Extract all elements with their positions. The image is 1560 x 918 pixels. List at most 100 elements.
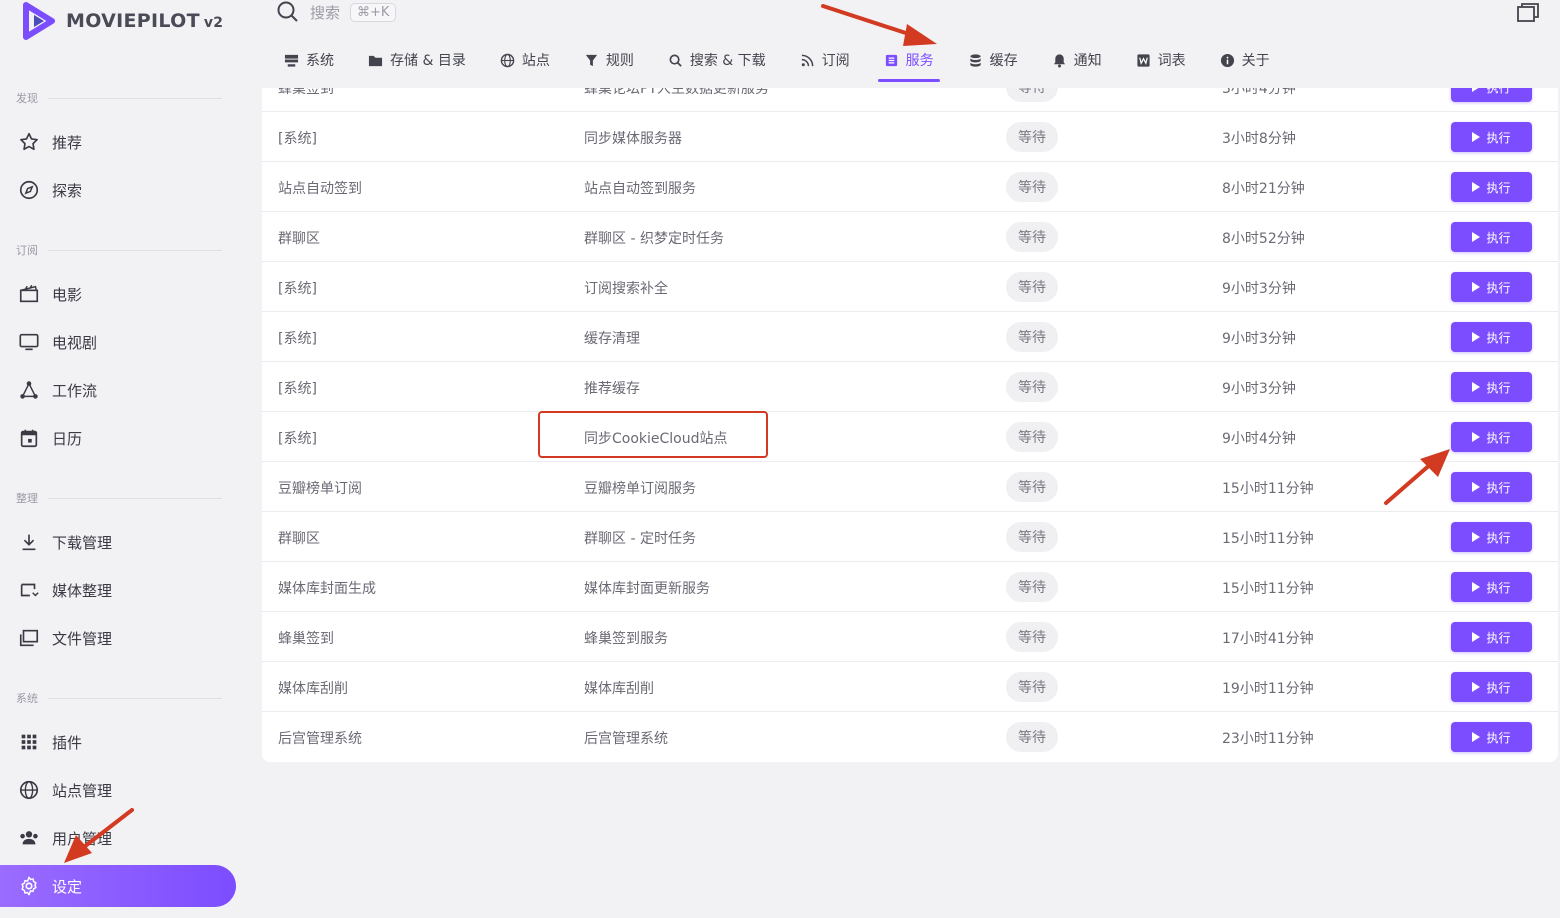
service-name: 缓存清理 <box>584 331 640 347</box>
tab-sites[interactable]: 站点 <box>500 46 550 74</box>
play-icon <box>1472 682 1481 692</box>
next-run-time: 8小时21分钟 <box>1222 181 1305 197</box>
service-provider: [系统] <box>278 431 317 447</box>
tab-notify[interactable]: 通知 <box>1052 46 1102 74</box>
sidebar-item-downloads[interactable]: 下载管理 <box>0 521 236 563</box>
status-badge: 等待 <box>1006 322 1058 352</box>
play-icon <box>1472 232 1481 242</box>
sidebar-item-label: 下载管理 <box>52 533 113 552</box>
play-icon <box>1472 182 1481 192</box>
service-provider: 媒体库刮削 <box>278 681 348 697</box>
next-run-time: 19小时11分钟 <box>1222 681 1314 697</box>
tab-cache[interactable]: 缓存 <box>968 46 1018 74</box>
service-provider: [系统] <box>278 281 317 297</box>
play-icon <box>1472 332 1481 342</box>
media-organize-icon <box>20 583 39 597</box>
sidebar-item-explore[interactable]: 探索 <box>0 169 236 211</box>
tab-services[interactable]: 服务 <box>877 46 940 82</box>
play-icon <box>1472 482 1481 492</box>
window-icon[interactable] <box>1516 2 1540 24</box>
status-badge: 等待 <box>1006 522 1058 552</box>
sidebar-item-label: 文件管理 <box>52 629 113 648</box>
run-button[interactable]: 执行 <box>1451 522 1532 552</box>
run-button-label: 执行 <box>1486 730 1511 745</box>
sidebar-item-movie[interactable]: 电影 <box>0 273 236 315</box>
service-provider: 蜂巢签到 <box>278 631 334 647</box>
run-button[interactable]: 执行 <box>1451 622 1532 652</box>
next-run-time: 9小时3分钟 <box>1222 331 1296 347</box>
service-provider: [系统] <box>278 131 317 147</box>
sidebar-item-tv[interactable]: 电视剧 <box>0 321 236 363</box>
tab-about[interactable]: 关于 <box>1220 46 1270 74</box>
sidebar-item-user-manage[interactable]: 用户管理 <box>0 817 236 859</box>
play-icon <box>1472 282 1481 292</box>
run-button[interactable]: 执行 <box>1451 272 1532 302</box>
next-run-time: 8小时52分钟 <box>1222 231 1305 247</box>
rss-icon <box>801 54 814 66</box>
run-button[interactable]: 执行 <box>1451 222 1532 252</box>
sidebar-item-label: 推荐 <box>52 133 83 152</box>
download-icon <box>22 534 36 551</box>
globe-icon <box>500 53 515 67</box>
moviepilot-logo-icon <box>23 2 55 40</box>
tab-search-download[interactable]: 搜索 & 下载 <box>668 46 766 74</box>
sidebar-item-media-organize[interactable]: 媒体整理 <box>0 569 236 611</box>
sidebar-item-label: 站点管理 <box>52 781 113 800</box>
run-button[interactable]: 执行 <box>1451 122 1532 152</box>
table-row: 群聊区 群聊区 - 织梦定时任务 等待 8小时52分钟 执行 <box>262 212 1558 262</box>
service-provider: 媒体库封面生成 <box>278 581 376 597</box>
run-button[interactable]: 执行 <box>1451 172 1532 202</box>
app-logo[interactable]: MOVIEPILOT v2 <box>20 0 223 42</box>
services-table: 蜂巢签到 蜂巢论坛PT人生数据更新服务 等待 3小时4分钟 执行 [系统] 同步… <box>262 62 1558 762</box>
tv-icon <box>19 333 39 351</box>
service-name: 媒体库刮削 <box>584 681 654 697</box>
filter-icon <box>585 54 597 66</box>
search-icon[interactable] <box>276 0 300 24</box>
run-button[interactable]: 执行 <box>1451 722 1532 752</box>
tab-system[interactable]: 系统 <box>284 46 334 74</box>
tab-rules[interactable]: 规则 <box>584 46 634 74</box>
play-icon <box>1472 382 1481 392</box>
status-badge: 等待 <box>1006 672 1058 702</box>
play-icon <box>1472 632 1481 642</box>
run-button[interactable]: 执行 <box>1451 472 1532 502</box>
sidebar-item-calendar[interactable]: 日历 <box>0 417 236 459</box>
run-button[interactable]: 执行 <box>1451 422 1532 452</box>
file-manage-icon <box>19 629 39 647</box>
word-icon <box>1137 53 1150 67</box>
status-badge: 等待 <box>1006 622 1058 652</box>
tab-storage[interactable]: 存储 & 目录 <box>368 46 466 74</box>
sidebar-item-recommend[interactable]: 推荐 <box>0 121 236 163</box>
top-bar: 搜索 ⌘+K 系统 存储 & 目录 站点 规则 搜索 & 下载 订阅 服务 缓存… <box>262 0 1560 88</box>
sidebar-item-site-manage[interactable]: 站点管理 <box>0 769 236 811</box>
tab-label: 通知 <box>1073 53 1102 69</box>
sidebar-item-workflow[interactable]: 工作流 <box>0 369 236 411</box>
service-name: 同步媒体服务器 <box>584 131 682 147</box>
run-button-label: 执行 <box>1486 480 1511 495</box>
service-name: 后宫管理系统 <box>584 731 668 747</box>
tab-label: 搜索 & 下载 <box>689 53 766 69</box>
sidebar-item-file-manage[interactable]: 文件管理 <box>0 617 236 659</box>
tab-words[interactable]: 词表 <box>1136 46 1186 74</box>
run-button[interactable]: 执行 <box>1451 672 1532 702</box>
table-row: [系统] 缓存清理 等待 9小时3分钟 执行 <box>262 312 1558 362</box>
users-icon <box>20 831 38 845</box>
search-box[interactable]: 搜索 ⌘+K <box>276 0 397 24</box>
sidebar-item-label: 设定 <box>52 877 83 896</box>
play-icon <box>1472 732 1481 742</box>
sidebar-item-settings[interactable]: 设定 <box>0 865 236 907</box>
table-row: 蜂巢签到 蜂巢签到服务 等待 17小时41分钟 执行 <box>262 612 1558 662</box>
sidebar-item-plugins[interactable]: 插件 <box>0 721 236 763</box>
run-button[interactable]: 执行 <box>1451 372 1532 402</box>
section-subscribe: 订阅 <box>16 242 222 258</box>
service-provider: [系统] <box>278 331 317 347</box>
service-provider: 群聊区 <box>278 231 320 247</box>
search-placeholder[interactable]: 搜索 <box>310 2 340 23</box>
tab-subscribe[interactable]: 订阅 <box>800 46 850 74</box>
sidebar-item-label: 电视剧 <box>52 333 98 352</box>
run-button[interactable]: 执行 <box>1451 572 1532 602</box>
run-button[interactable]: 执行 <box>1451 322 1532 352</box>
bell-icon <box>1053 53 1065 67</box>
next-run-time: 15小时11分钟 <box>1222 481 1314 497</box>
run-button-label: 执行 <box>1486 130 1511 145</box>
